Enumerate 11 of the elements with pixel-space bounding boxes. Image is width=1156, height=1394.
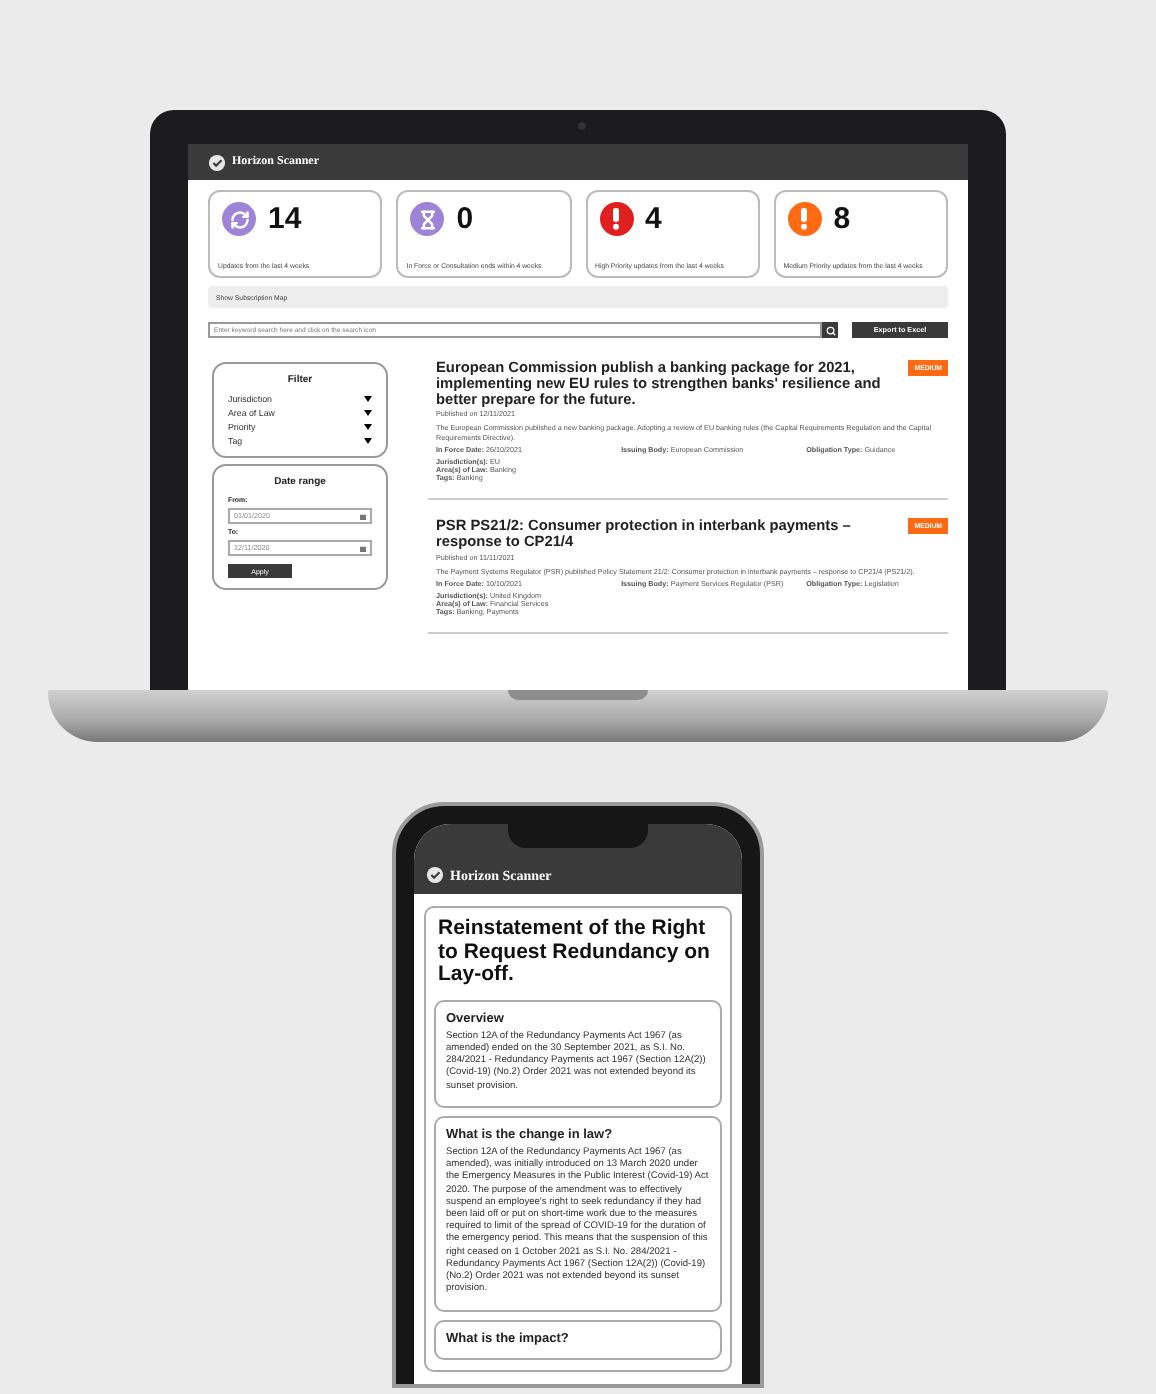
phone-notch <box>508 824 648 848</box>
calendar-icon[interactable] <box>360 513 366 519</box>
logo-icon <box>208 153 226 171</box>
calendar-icon[interactable] <box>360 545 366 551</box>
stat-value: 4 <box>645 202 662 236</box>
article-title: Reinstatement of the Right to Request Redundancy on Lay-off. <box>436 918 712 991</box>
search-button[interactable] <box>822 322 838 338</box>
stat-value: 14 <box>268 202 302 236</box>
stat-value: 8 <box>833 202 851 236</box>
stat-value: 0 <box>456 202 474 236</box>
logo-icon <box>426 866 444 884</box>
